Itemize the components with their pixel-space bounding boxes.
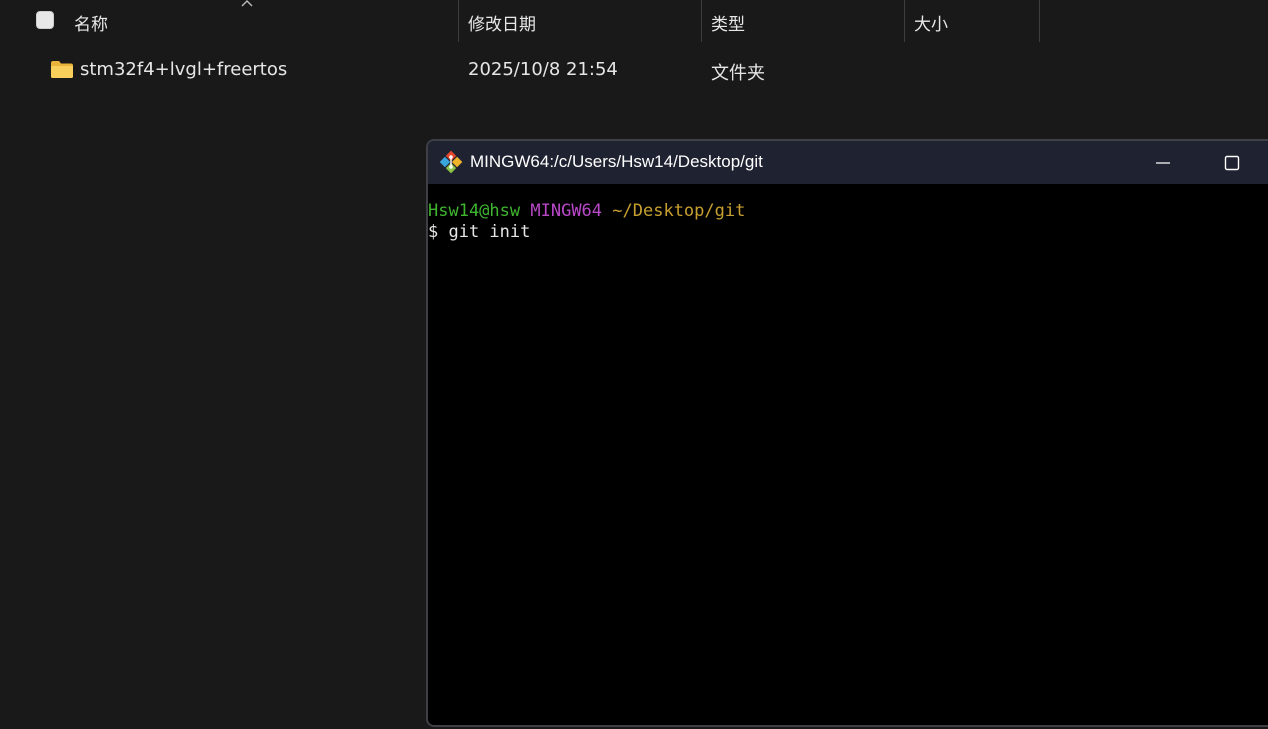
column-size-header[interactable]: 大小 <box>914 10 948 35</box>
file-row[interactable]: stm32f4+lvgl+freertos 2025/10/8 21:54 文件… <box>0 50 1268 90</box>
select-all-checkbox[interactable] <box>36 11 54 29</box>
prompt-system: MINGW64 <box>530 201 603 221</box>
terminal-titlebar[interactable]: MINGW64:/c/Users/Hsw14/Desktop/git <box>428 141 1268 184</box>
file-modified: 2025/10/8 21:54 <box>468 59 618 80</box>
folder-icon <box>51 61 73 78</box>
command-line: $ git init <box>428 222 531 242</box>
minimize-button[interactable] <box>1141 149 1185 177</box>
maximize-button[interactable] <box>1210 149 1254 177</box>
git-icon <box>439 150 463 174</box>
column-divider[interactable] <box>904 0 905 42</box>
column-header: 名称 修改日期 类型 大小 <box>0 0 1268 42</box>
prompt-path: ~/Desktop/git <box>612 201 746 221</box>
terminal-title: MINGW64:/c/Users/Hsw14/Desktop/git <box>470 152 763 171</box>
column-divider[interactable] <box>701 0 702 42</box>
column-divider[interactable] <box>1039 0 1040 42</box>
file-name[interactable]: stm32f4+lvgl+freertos <box>80 59 287 80</box>
column-modified-header[interactable]: 修改日期 <box>468 10 536 35</box>
column-divider[interactable] <box>458 0 459 42</box>
terminal-window[interactable]: MINGW64:/c/Users/Hsw14/Desktop/git Hsw14… <box>426 139 1268 727</box>
prompt-user-host: Hsw14@hsw <box>428 201 521 221</box>
prompt-line: Hsw14@hsw MINGW64 ~/Desktop/git <box>428 201 1268 222</box>
terminal-output[interactable]: Hsw14@hsw MINGW64 ~/Desktop/git $ git in… <box>428 201 1268 243</box>
file-type: 文件夹 <box>711 63 765 84</box>
sort-ascending-icon <box>241 0 253 7</box>
column-name-header[interactable]: 名称 <box>74 10 108 35</box>
column-type-header[interactable]: 类型 <box>711 10 745 35</box>
